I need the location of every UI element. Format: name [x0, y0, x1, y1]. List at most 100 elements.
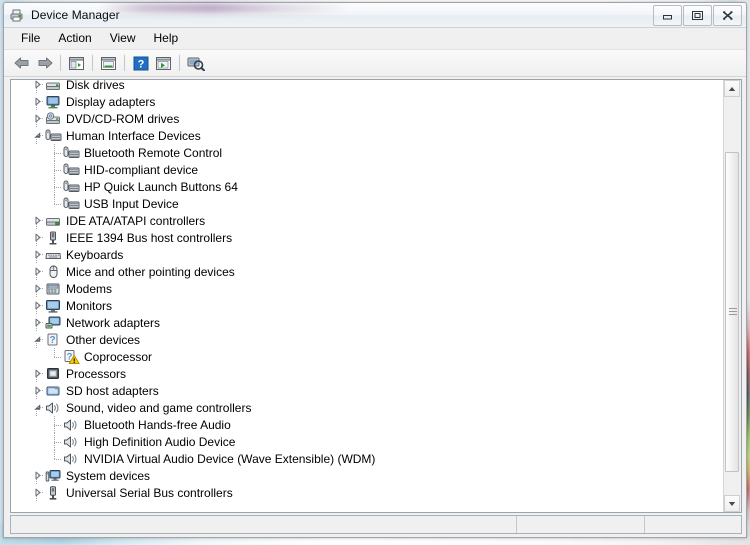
back-icon[interactable]: [10, 52, 33, 74]
tree-item-content: High Definition Audio Device: [47, 433, 235, 450]
scroll-up-arrow[interactable]: [724, 80, 740, 97]
tree-item-content: Universal Serial Bus controllers: [29, 484, 233, 501]
tree-item[interactable]: NVIDIA Virtual Audio Device (Wave Extens…: [11, 450, 724, 467]
tree-item[interactable]: Sound, video and game controllers: [11, 399, 724, 417]
tree-item-label: Network adapters: [66, 315, 161, 330]
sound-controller-icon: [63, 434, 80, 450]
tree-connector-dash: [38, 475, 43, 476]
tree-item[interactable]: Processors: [11, 365, 724, 383]
tree-item[interactable]: IDE ATA/ATAPI controllers: [11, 212, 724, 230]
menu-help[interactable]: Help: [145, 29, 188, 48]
tree-item[interactable]: Bluetooth Hands-free Audio: [11, 416, 724, 433]
tree-item-label: Modems: [66, 281, 113, 296]
device-tree[interactable]: Disk drives Display adapters DVD/CD-ROM …: [11, 80, 724, 512]
unknown-device-warning-icon: ?: [63, 349, 80, 365]
tree-item[interactable]: HP Quick Launch Buttons 64: [11, 178, 724, 195]
tree-item[interactable]: Monitors: [11, 297, 724, 315]
tree-item-label: HP Quick Launch Buttons 64: [84, 179, 238, 194]
close-button[interactable]: [713, 5, 742, 26]
scroll-thumb[interactable]: [725, 152, 739, 472]
keyboard-icon: [45, 247, 62, 263]
system-device-icon: [45, 468, 62, 484]
tree-item-content: Processors: [29, 365, 126, 382]
tree-item[interactable]: Display adapters: [11, 93, 724, 111]
sound-controller-icon: [63, 417, 80, 433]
tree-connector-dash: [38, 254, 43, 255]
restore-button[interactable]: [683, 5, 712, 26]
tree-connector-line: [54, 416, 55, 433]
sound-controller-icon: [63, 451, 80, 467]
tree-item-content: NVIDIA Virtual Audio Device (Wave Extens…: [47, 450, 375, 467]
tree-connector-elbow: [54, 459, 62, 460]
tree-item-content: HID-compliant device: [47, 161, 198, 178]
tree-connector-line: [54, 348, 55, 357]
tree-item[interactable]: HID-compliant device: [11, 161, 724, 178]
toolbar-separator: [124, 55, 125, 71]
device-manager-icon: [9, 7, 25, 23]
minimize-button[interactable]: [653, 5, 682, 26]
usb-controller-icon: [45, 485, 62, 501]
tree-item[interactable]: Network adapters: [11, 314, 724, 332]
tree-item[interactable]: Modems: [11, 280, 724, 298]
status-pane-3: [645, 516, 741, 533]
menu-file[interactable]: File: [12, 29, 49, 48]
tree-item-content: System devices: [29, 467, 150, 484]
tree-item[interactable]: USB Input Device: [11, 195, 724, 212]
tree-item[interactable]: SD host adapters: [11, 382, 724, 400]
menu-action[interactable]: Action: [49, 29, 100, 48]
hid-icon: [63, 179, 80, 195]
tree-item-content: Display adapters: [29, 93, 155, 110]
vertical-scrollbar[interactable]: [723, 80, 741, 512]
tree-item[interactable]: Human Interface Devices: [11, 127, 724, 145]
scroll-down-arrow[interactable]: [724, 495, 740, 512]
device-tree-panel: Disk drives Display adapters DVD/CD-ROM …: [10, 79, 742, 513]
tree-item[interactable]: DVD/CD-ROM drives: [11, 110, 724, 128]
update-driver-icon[interactable]: [152, 52, 175, 74]
tree-connector-line: [54, 161, 55, 178]
tree-connector-dash: [38, 271, 43, 272]
tree-item-label: HID-compliant device: [84, 162, 199, 177]
tree-item-content: HP Quick Launch Buttons 64: [47, 178, 238, 195]
tree-item[interactable]: System devices: [11, 467, 724, 485]
tree-item-label: IEEE 1394 Bus host controllers: [66, 230, 233, 245]
tree-item[interactable]: Mice and other pointing devices: [11, 263, 724, 281]
tree-item-label: Universal Serial Bus controllers: [66, 485, 233, 500]
tree-item-label: USB Input Device: [84, 196, 179, 211]
tree-item[interactable]: Universal Serial Bus controllers: [11, 484, 724, 502]
tree-connector-dash: [38, 220, 43, 221]
properties-icon[interactable]: [97, 52, 120, 74]
tree-item-label: Bluetooth Hands-free Audio: [84, 417, 231, 432]
tree-connector-elbow: [54, 425, 62, 426]
tree-item-label: Coprocessor: [84, 349, 153, 364]
window-title: Device Manager: [31, 8, 120, 22]
title-bar[interactable]: Device Manager: [4, 3, 746, 28]
title-bar-blur-artifact: [99, 3, 349, 13]
tree-item-content: USB Input Device: [47, 195, 179, 212]
tree-item-label: Disk drives: [66, 80, 125, 92]
toolbar-separator: [179, 55, 180, 71]
tree-connector-elbow: [54, 187, 62, 188]
tree-item-content: Mice and other pointing devices: [29, 263, 235, 280]
forward-icon[interactable]: [33, 52, 56, 74]
tree-item[interactable]: Keyboards: [11, 246, 724, 264]
ieee1394-icon: [45, 230, 62, 246]
tree-item[interactable]: ? Other devices: [11, 331, 724, 349]
help-icon[interactable]: ?: [129, 52, 152, 74]
tree-connector-dash: [38, 390, 43, 391]
show-hide-console-tree-icon[interactable]: [65, 52, 88, 74]
scan-for-hardware-changes-icon[interactable]: [184, 52, 207, 74]
tree-item[interactable]: High Definition Audio Device: [11, 433, 724, 450]
tree-item[interactable]: IEEE 1394 Bus host controllers: [11, 229, 724, 247]
tree-item[interactable]: Disk drives: [11, 80, 724, 94]
tree-item[interactable]: ? Coprocessor: [11, 348, 724, 365]
menu-view[interactable]: View: [101, 29, 145, 48]
tree-item-label: DVD/CD-ROM drives: [66, 111, 180, 126]
tree-item-label: Other devices: [66, 332, 141, 347]
tree-item[interactable]: Bluetooth Remote Control: [11, 144, 724, 161]
tree-item-label: System devices: [66, 468, 151, 483]
tree-item-label: SD host adapters: [66, 383, 159, 398]
other-devices-icon: ?: [45, 332, 62, 348]
tree-item-content: IDE ATA/ATAPI controllers: [29, 212, 205, 229]
tree-connector-dash: [38, 84, 43, 85]
tree-collapsed-arrow-icon[interactable]: [29, 80, 45, 93]
